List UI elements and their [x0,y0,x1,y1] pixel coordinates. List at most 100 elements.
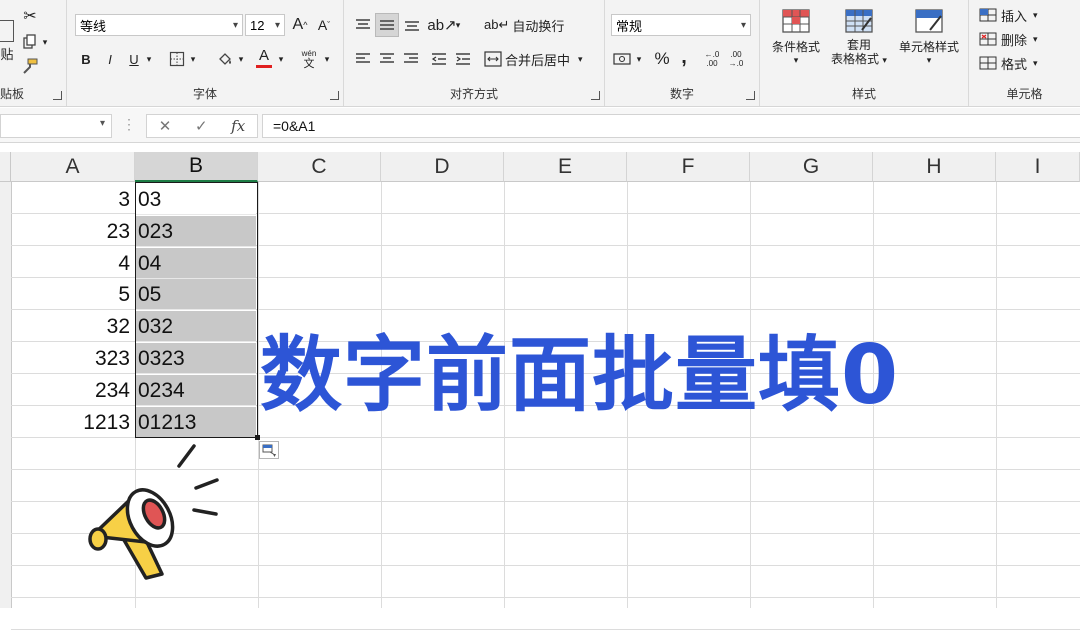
auto-fill-options-button[interactable]: ▾ [259,441,279,459]
insert-button[interactable]: 插入 ▾ [979,5,1069,25]
cancel-icon[interactable]: ✕ [159,117,172,135]
formula-input[interactable]: =0&A1 [262,114,1080,138]
fx-icon[interactable]: fx [231,117,245,135]
font-color-button[interactable]: A [253,46,275,70]
insert-icon [979,8,997,22]
enter-icon[interactable]: ✓ [195,117,208,135]
chevron-down-icon: ▾ [926,55,932,65]
chevron-down-icon[interactable]: ▾ [452,14,464,36]
chevron-down-icon[interactable]: ▾ [275,48,287,70]
shrink-font-button[interactable]: Aˇ [313,14,335,36]
styles-group: 条件格式 ▾ 套用 表格格式 ▾ 单元格样式 ▾ 样式 [760,0,969,106]
column-header-e[interactable]: E [504,152,627,182]
cell-b7[interactable]: 0234 [136,374,256,406]
delete-button[interactable]: 删除 ▾ [979,29,1069,49]
formula-bar-separator: ⋮ [122,116,136,132]
cell-a3[interactable]: 4 [12,248,132,279]
cell-a6[interactable]: 323 [12,343,132,374]
number-launcher-icon[interactable] [746,91,755,100]
italic-button[interactable]: I [99,48,121,70]
chevron-down-icon: ▾ [793,55,799,65]
font-size-select[interactable]: 12 ▾ [245,14,285,36]
underline-button[interactable]: U [123,48,145,70]
cell-styles-label: 单元格样式 [898,40,959,54]
align-bottom-icon[interactable] [401,14,423,36]
column-header-g[interactable]: G [750,152,873,182]
chevron-down-icon[interactable]: ▾ [187,48,199,70]
grow-font-button[interactable]: A ^ [289,14,311,36]
align-top-icon[interactable] [352,14,374,36]
align-left-icon[interactable] [352,48,374,70]
cell-b8[interactable]: 01213 [136,406,256,438]
cell-b2[interactable]: 023 [136,215,256,247]
cell-b1[interactable]: 03 [136,184,256,215]
cell-a4[interactable]: 5 [12,279,132,310]
align-right-icon[interactable] [400,48,422,70]
font-group-label: 字体 [192,87,217,101]
cell-a8[interactable]: 1213 [12,407,132,438]
chevron-down-icon: ▾ [882,55,887,65]
bold-button[interactable]: B [75,48,97,70]
cell-a2[interactable]: 23 [12,216,132,247]
fill-color-icon[interactable] [213,48,237,70]
chevron-down-icon[interactable]: ▾ [633,48,645,70]
insert-label: 插入 [1001,8,1028,24]
chevron-down-icon[interactable]: ▾ [40,32,50,52]
cell-b4[interactable]: 05 [136,279,256,311]
increase-decimal-button[interactable]: ←.0 .00 [701,48,723,70]
cell-a7[interactable]: 234 [12,375,132,406]
number-group: 常规 ▾ ▾ % , ←.0 .00 .00 →.0 数字 [605,0,760,106]
chevron-down-icon[interactable]: ▾ [143,48,155,70]
cell-a1[interactable]: 3 [12,184,132,215]
cell-b3[interactable]: 04 [136,247,256,279]
font-name-select[interactable]: 等线 ▾ [75,14,243,36]
merge-center-button[interactable]: 合并后居中 ▾ [484,48,594,70]
copy-icon[interactable] [20,32,40,52]
phonetic-button[interactable]: wén 文 [295,46,323,72]
table-format-label-2: 表格格式 [831,52,880,66]
conditional-format-button[interactable]: 条件格式 ▾ [766,8,826,80]
paste-icon[interactable] [0,20,14,42]
align-center-icon[interactable] [376,48,398,70]
alignment-launcher-icon[interactable] [591,91,600,100]
column-header-a[interactable]: A [11,152,135,182]
column-header-c[interactable]: C [258,152,381,182]
column-header-b[interactable]: B [135,152,258,182]
cell-b5[interactable]: 032 [136,311,256,343]
cells-group-label: 单元格 [1006,87,1043,101]
format-as-table-button[interactable]: 套用 表格格式 ▾ [824,8,894,80]
chevron-down-icon[interactable]: ▾ [235,48,247,70]
chevron-down-icon[interactable]: ▾ [321,48,333,70]
column-header-i[interactable]: I [996,152,1080,182]
increase-indent-icon[interactable] [452,48,474,70]
cut-icon[interactable]: ✂ [20,6,40,26]
wrap-text-button[interactable]: ab↵ 自动换行 [484,14,594,36]
cell-styles-button[interactable]: 单元格样式 ▾ [894,8,964,80]
decrease-decimal-button[interactable]: .00 →.0 [725,48,747,70]
comma-button[interactable]: , [675,46,693,68]
clipboard-launcher-icon[interactable] [53,91,62,100]
name-box[interactable]: ▾ [0,114,112,138]
column-header-f[interactable]: F [627,152,750,182]
borders-icon[interactable] [165,48,189,70]
megaphone-icon [88,444,219,580]
align-middle-icon[interactable] [375,13,399,37]
format-painter-icon[interactable] [20,56,40,76]
select-all-corner[interactable] [0,152,11,182]
format-button[interactable]: 格式 ▾ [979,53,1069,73]
column-header-h[interactable]: H [873,152,996,182]
decrease-indent-icon[interactable] [428,48,450,70]
cell-b6[interactable]: 0323 [136,343,256,374]
number-format-value: 常规 [616,18,643,34]
delete-icon [979,32,997,46]
percent-button[interactable]: % [651,48,673,70]
orientation-icon[interactable]: ab↗ [427,14,456,36]
font-launcher-icon[interactable] [330,91,339,100]
accounting-icon[interactable] [611,48,633,70]
number-format-select[interactable]: 常规 ▾ [611,14,751,36]
column-header-d[interactable]: D [381,152,504,182]
paste-button[interactable]: 贴 [0,44,14,62]
ribbon: 贴 ✂ ▾ 贴板 等线 ▾ 12 ▾ A ^ Aˇ B I U ▾ ▾ ▾ A … [0,0,1080,107]
cell-a5[interactable]: 32 [12,311,132,342]
fill-handle[interactable] [255,435,260,440]
